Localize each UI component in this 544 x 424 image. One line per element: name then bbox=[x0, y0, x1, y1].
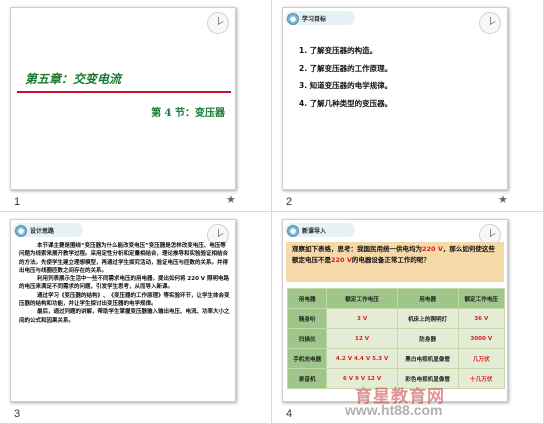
slide-pane-2[interactable]: ● 学习目标 1. 了解变压器的构造。 2. 了解变压器的工作原理。 3. 知道… bbox=[272, 0, 544, 212]
table-cell: 机床上的照明灯 bbox=[396, 308, 459, 329]
header-text: 学习目标 bbox=[302, 16, 327, 23]
voltage-highlight: 220 V bbox=[331, 255, 352, 264]
table-header: 额定工作电压 bbox=[457, 288, 505, 309]
slide-number: 3 bbox=[14, 408, 21, 420]
table-header: 用电器 bbox=[286, 288, 328, 309]
paragraph: 本节课主要是围绕“变压器为什么能改变电压”变压器是怎样改变电压、电压等问题为线索… bbox=[19, 243, 229, 274]
paragraph: 通过学习《变压器的结构》、《变压器的工作原理》等实验环节，让学生体会变压器的结构… bbox=[19, 292, 230, 308]
table-cell: 十几万伏 bbox=[457, 368, 505, 389]
bulb-icon: ● bbox=[287, 12, 299, 25]
list-item: 3. 知道变压器的电学规律。 bbox=[299, 81, 393, 90]
animation-star-icon[interactable]: ★ bbox=[226, 193, 236, 206]
bulb-icon: ● bbox=[287, 224, 299, 237]
list-item: 2. 了解变压器的工作原理。 bbox=[299, 63, 393, 73]
slide-thumbnail-3[interactable]: ● 设计思路 本节课主要是围绕“变压器为什么能改变电压”变压器是怎样改变电压、电… bbox=[10, 219, 236, 402]
table-row: 扫描仪 12 V 防身器 3000 V bbox=[286, 328, 505, 349]
slide-thumbnail-1[interactable]: 第五章：交变电流 第 4 节：变压器 bbox=[10, 7, 236, 190]
list-item: 4. 了解几种类型的变压器。 bbox=[299, 98, 393, 108]
table-cell: 4.2 V 4.4 V 5.3 V bbox=[326, 348, 398, 369]
design-text: 本节课主要是围绕“变压器为什么能改变电压”变压器是怎样改变电压、电压等问题为线索… bbox=[19, 242, 231, 325]
table-cell: 12 V bbox=[326, 328, 398, 349]
voltage-table: 用电器 额定工作电压 用电器 额定工作电压 随身听 3 V 机床上的照明灯 36… bbox=[286, 288, 505, 389]
slide-thumbnail-4[interactable]: ● 新课导入 观察如下表格，思考：我国民用统一供电均为220 V，那么如何使这些… bbox=[282, 219, 508, 402]
table-cell: 3 V bbox=[326, 308, 398, 329]
watermark-url: www.ht88.com bbox=[345, 402, 443, 418]
table-row: 随身听 3 V 机床上的照明灯 36 V bbox=[286, 308, 505, 329]
animation-star-icon[interactable]: ★ bbox=[498, 193, 508, 206]
question-box: 观察如下表格，思考：我国民用统一供电均为220 V，那么如何使这些额定电压不是2… bbox=[286, 242, 504, 282]
clock-icon bbox=[479, 12, 501, 34]
slide-thumbnail-2[interactable]: ● 学习目标 1. 了解变压器的构造。 2. 了解变压器的工作原理。 3. 知道… bbox=[282, 7, 508, 190]
slide-pane-3[interactable]: ● 设计思路 本节课主要是围绕“变压器为什么能改变电压”变压器是怎样改变电压、电… bbox=[0, 212, 272, 424]
table-cell: 防身器 bbox=[396, 328, 459, 349]
bulb-icon: ● bbox=[15, 224, 27, 237]
question-text: 的电器设备正常工作的呢？ bbox=[351, 255, 430, 264]
table-cell: 36 V bbox=[457, 308, 505, 329]
divider-line bbox=[17, 91, 231, 93]
table-row: 用电器 额定工作电压 用电器 额定工作电压 bbox=[286, 288, 505, 309]
slide-header: ● 新课导入 bbox=[287, 224, 326, 237]
paragraph: 最后，通过列题的讲解，帮助学生掌握变压器输入输出电压、电流、功率大小之间的公式和… bbox=[19, 309, 230, 324]
header-text: 设计思路 bbox=[30, 228, 55, 235]
header-text: 新课导入 bbox=[302, 228, 327, 235]
paragraph: 利用列表展示生活中一些不同需求电压的用电器，提出如何将 220 V 照明电路的电… bbox=[19, 276, 229, 291]
objectives-list: 1. 了解变压器的构造。 2. 了解变压器的工作原理。 3. 知道变压器的电学规… bbox=[299, 42, 392, 112]
section-title: 第 4 节：变压器 bbox=[151, 108, 225, 119]
slide-header: ● 学习目标 bbox=[287, 12, 326, 25]
table-cell: 黑白电视机显像管 bbox=[396, 348, 459, 369]
table-cell: 随身听 bbox=[286, 308, 328, 329]
clock-icon bbox=[207, 12, 229, 34]
slide-number: 1 bbox=[14, 196, 21, 208]
table-header: 额定工作电压 bbox=[326, 288, 398, 309]
table-header: 用电器 bbox=[396, 288, 459, 309]
table-row: 手机充电器 4.2 V 4.4 V 5.3 V 黑白电视机显像管 几万伏 bbox=[286, 348, 505, 369]
voltage-highlight: 220 V bbox=[422, 245, 443, 253]
slide-pane-1[interactable]: 第五章：交变电流 第 4 节：变压器 1 ★ bbox=[0, 0, 272, 212]
slide-number: 2 bbox=[286, 196, 293, 208]
slide-header: ● 设计思路 bbox=[15, 224, 54, 237]
table-cell: 录音机 bbox=[286, 368, 328, 389]
chapter-title: 第五章：交变电流 bbox=[25, 72, 122, 86]
table-cell: 手机充电器 bbox=[286, 348, 328, 369]
question-text: 观察如下表格，思考：我国民用统一供电均为 bbox=[292, 245, 422, 253]
table-cell: 3000 V bbox=[457, 328, 505, 349]
table-cell: 扫描仪 bbox=[286, 328, 328, 349]
slide-number: 4 bbox=[286, 408, 293, 420]
table-cell: 几万伏 bbox=[457, 348, 505, 369]
list-item: 1. 了解变压器的构造。 bbox=[299, 46, 378, 55]
